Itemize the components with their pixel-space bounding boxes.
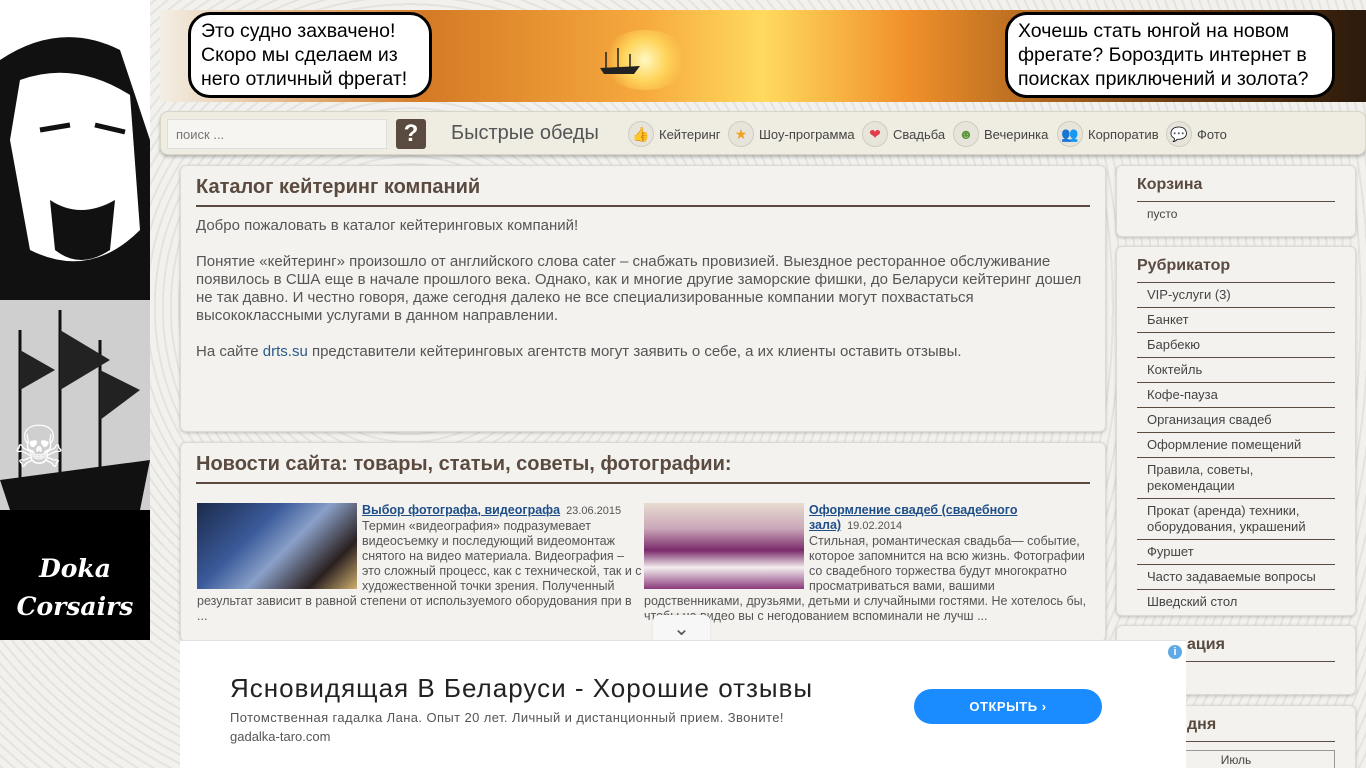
ad-banner[interactable]: i Ясновидящая В Беларуси - Хорошие отзыв… — [180, 640, 1186, 768]
chat-icon: 💬 — [1166, 121, 1192, 147]
ad-domain: gadalka-taro.com — [230, 729, 331, 744]
news-title: Новости сайта: товары, статьи, советы, ф… — [196, 453, 1090, 484]
pirate-illustration: ☠ Doka Corsairs — [0, 0, 150, 640]
logo-line-2: Corsairs — [16, 592, 134, 621]
site-logo[interactable]: Doka Corsairs — [0, 550, 150, 626]
skull-icon: ☠ — [13, 415, 65, 480]
group-icon: 👥 — [1057, 121, 1083, 147]
article-date: 19.02.2014 — [847, 520, 903, 532]
catalog-intro-panel: Каталог кейтеринг компаний Добро пожалов… — [180, 165, 1106, 432]
page-title: Каталог кейтеринг компаний — [196, 176, 1090, 207]
nav-item-catering[interactable]: 👍 Кейтеринг — [628, 120, 721, 148]
cart-empty-text: пусто — [1147, 207, 1178, 221]
star-icon: ★ — [728, 121, 754, 147]
nav-item-photo[interactable]: 💬 Фото — [1166, 120, 1227, 148]
nav-item-show[interactable]: ★ Шоу-программа — [728, 120, 855, 148]
article-date: 23.06.2015 — [566, 505, 622, 517]
search-button[interactable]: ? — [396, 119, 426, 149]
person-icon: ☻ — [953, 121, 979, 147]
ad-open-button[interactable]: ОТКРЫТЬ › — [914, 689, 1102, 724]
article-title-link[interactable]: Выбор фотографа, видеографа — [362, 503, 560, 517]
rubricator-item[interactable]: Банкет — [1137, 308, 1335, 333]
logo-line-1: Doka — [39, 554, 111, 583]
intro-text-after: представители кейтеринговых агентств мог… — [307, 343, 962, 360]
intro-paragraph: Понятие «кейтеринг» произошло от английс… — [196, 253, 1082, 324]
intro-welcome: Добро пожаловать в каталог кейтеринговых… — [196, 217, 579, 234]
ad-info-icon[interactable]: i — [1168, 645, 1182, 659]
search-input[interactable] — [167, 119, 387, 149]
intro-site-paragraph: На сайте drts.su представители кейтеринг… — [196, 343, 1090, 361]
nav-item-label: Шоу-программа — [759, 126, 855, 142]
heart-icon: ❤ — [862, 121, 888, 147]
article-thumbnail[interactable] — [644, 503, 804, 589]
ad-collapse-chevron-icon[interactable]: ⌄ — [653, 615, 710, 643]
rubricator-item[interactable]: Правила, советы, рекомендации — [1137, 458, 1335, 499]
rubricator-item[interactable]: VIP-услуги (3) — [1137, 283, 1335, 308]
rubricator-item[interactable]: Шведский стол — [1137, 590, 1335, 614]
rubricator-item[interactable]: Кофе-пауза — [1137, 383, 1335, 408]
nav-quick-lunch[interactable]: Быстрые обеды — [451, 122, 599, 145]
rubricator-item[interactable]: Фуршет — [1137, 540, 1335, 565]
article-thumbnail[interactable] — [197, 503, 357, 589]
nav-item-corporate[interactable]: 👥 Корпоратив — [1057, 120, 1159, 148]
rubricator-item[interactable]: Прокат (аренда) техники, оборудования, у… — [1137, 499, 1335, 540]
nav-item-label: Кейтеринг — [659, 126, 721, 142]
nav-item-label: Вечеринка — [984, 126, 1049, 142]
intro-text-before: На сайте — [196, 343, 263, 360]
rubricator-item[interactable]: Организация свадеб — [1137, 408, 1335, 433]
ad-open-label: ОТКРЫТЬ — [969, 699, 1038, 714]
rubricator-item[interactable]: Барбекю — [1137, 333, 1335, 358]
rubricator-item[interactable]: Часто задаваемые вопросы — [1137, 565, 1335, 590]
chevron-right-icon: › — [1041, 699, 1047, 714]
rubricator-item[interactable]: Коктейль — [1137, 358, 1335, 383]
nav-item-party[interactable]: ☻ Вечеринка — [953, 120, 1048, 148]
rubricator-title: Рубрикатор — [1137, 257, 1335, 283]
nav-bar: ? Быстрые обеды 👍 Кейтеринг ★ Шоу-програ… — [160, 111, 1366, 155]
nav-item-wedding[interactable]: ❤ Свадьба — [862, 120, 945, 148]
ad-description: Потомственная гадалка Лана. Опыт 20 лет.… — [230, 710, 784, 725]
speech-bubble-right: Хочешь стать юнгой на новом фрегате? Бор… — [1005, 12, 1335, 98]
rubricator-item[interactable]: Оформление помещений — [1137, 433, 1335, 458]
nav-item-label: Корпоратив — [1088, 126, 1159, 142]
article-title-link[interactable]: Оформление свадеб (свадебного зала) — [809, 503, 1017, 532]
ship-silhouette-icon — [600, 48, 640, 74]
pirate-face-icon — [0, 37, 150, 300]
nav-item-label: Фото — [1197, 126, 1227, 142]
news-article: Выбор фотографа, видеографа 23.06.2015 Те… — [197, 503, 643, 624]
news-panel: Новости сайта: товары, статьи, советы, ф… — [180, 442, 1106, 642]
news-article: Оформление свадеб (свадебного зала) 19.02… — [644, 503, 1090, 624]
cart-title: Корзина — [1137, 176, 1335, 202]
speech-bubble-left: Это судно захвачено! Скоро мы сделаем из… — [188, 12, 432, 98]
nav-item-label: Свадьба — [893, 126, 946, 142]
header-banner: Это судно захвачено! Скоро мы сделаем из… — [160, 10, 1366, 102]
ad-title[interactable]: Ясновидящая В Беларуси - Хорошие отзывы — [230, 673, 813, 704]
cart-panel: Корзина пусто — [1116, 165, 1356, 237]
site-link[interactable]: drts.su — [263, 343, 308, 360]
rubricator-panel: Рубрикатор VIP-услуги (3) Банкет Барбекю… — [1116, 246, 1356, 616]
thumbs-up-icon: 👍 — [628, 121, 654, 147]
